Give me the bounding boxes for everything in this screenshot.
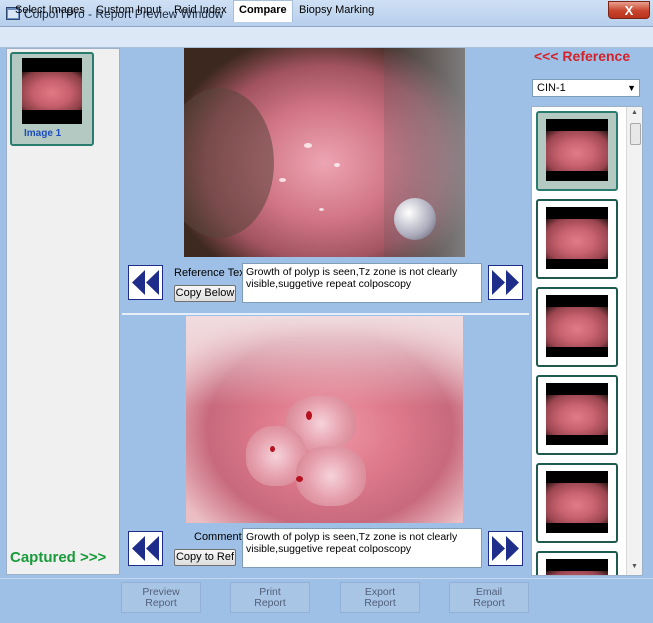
preview-report-button[interactable]: Preview Report <box>121 582 201 613</box>
captured-image-thumbnail <box>22 58 82 124</box>
reference-thumbnail[interactable] <box>536 199 618 279</box>
reference-image-list[interactable]: ▲ ▼ <box>531 106 643 576</box>
reference-thumbnail[interactable] <box>536 551 618 575</box>
reference-list-scrollbar[interactable]: ▲ ▼ <box>626 107 642 575</box>
tab-compare[interactable]: Compare <box>233 0 293 22</box>
captured-image-1[interactable]: Image 1 <box>10 52 94 146</box>
reference-thumbnail[interactable] <box>536 375 618 455</box>
email-report-button[interactable]: Email Report <box>449 582 529 613</box>
copy-below-button[interactable]: Copy Below <box>174 285 236 302</box>
reference-title: <<< Reference <box>534 48 631 64</box>
tab-biopsy-marking[interactable]: Biopsy Marking <box>297 2 376 21</box>
previous-captured-button[interactable] <box>128 531 163 566</box>
scroll-down-icon[interactable]: ▼ <box>631 563 638 570</box>
next-reference-button[interactable] <box>488 265 523 300</box>
scroll-up-icon[interactable]: ▲ <box>631 109 638 116</box>
double-right-arrow-icon <box>492 536 519 561</box>
copy-to-ref-button[interactable]: Copy to Ref <box>174 549 236 566</box>
next-captured-button[interactable] <box>488 531 523 566</box>
reference-thumbnail[interactable] <box>536 463 618 543</box>
captured-label: Captured >>> <box>10 549 107 566</box>
tab-select-images[interactable]: Select Images <box>13 2 87 21</box>
captured-image <box>186 316 463 523</box>
reference-category-value: CIN-1 <box>537 82 566 94</box>
reference-text-field[interactable]: Growth of polyp is seen,Tz zone is not c… <box>242 263 482 303</box>
reference-category-select[interactable]: CIN-1 ▼ <box>532 79 640 97</box>
dropdown-arrow-icon: ▼ <box>627 83 636 93</box>
print-report-button[interactable]: Print Report <box>230 582 310 613</box>
tab-strip <box>0 27 653 48</box>
comments-field[interactable]: Growth of polyp is seen,Tz zone is not c… <box>242 528 482 568</box>
double-left-arrow-icon <box>132 536 159 561</box>
scrollbar-thumb[interactable] <box>630 123 641 145</box>
tab-custom-input[interactable]: Custom Input <box>94 2 163 21</box>
bottom-toolbar <box>0 578 653 623</box>
captured-image-label: Image 1 <box>24 128 62 139</box>
double-left-arrow-icon <box>132 270 159 295</box>
close-button[interactable]: X <box>608 1 650 19</box>
export-report-button[interactable]: Export Report <box>340 582 420 613</box>
tab-reid-index[interactable]: Reid Index <box>172 2 229 21</box>
reference-text-label: Reference Text: <box>174 267 251 279</box>
reference-thumbnail[interactable] <box>536 287 618 367</box>
reference-thumbnail[interactable] <box>536 111 618 191</box>
reference-image <box>184 48 465 257</box>
double-right-arrow-icon <box>492 270 519 295</box>
previous-reference-button[interactable] <box>128 265 163 300</box>
